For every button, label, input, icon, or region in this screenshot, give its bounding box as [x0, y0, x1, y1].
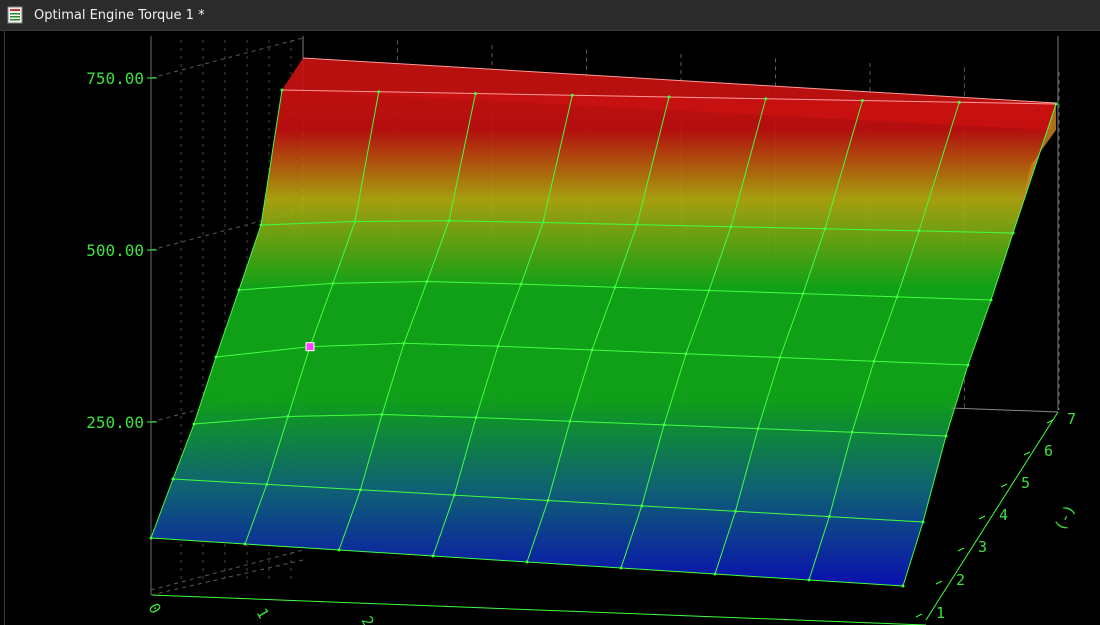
z-tick-label: 750.00 — [86, 69, 144, 88]
mesh-vertex — [823, 227, 827, 231]
mesh-vertex — [192, 422, 196, 426]
mesh-vertex — [402, 341, 406, 345]
mesh-vertex — [214, 355, 218, 359]
mesh-vertex — [568, 419, 572, 423]
mesh-vertex — [613, 285, 617, 289]
mesh-vertex — [474, 416, 478, 419]
mesh-vertex — [861, 99, 864, 102]
mesh-vertex — [778, 356, 782, 359]
y-axis-line — [925, 411, 1059, 621]
mesh-vertex — [729, 225, 733, 229]
mesh-vertex — [1011, 231, 1015, 235]
y-tick-label: 3 — [978, 538, 987, 556]
x-tick-label: 2 — [358, 613, 378, 625]
mesh-vertex — [431, 554, 435, 558]
mesh-vertex — [359, 488, 362, 492]
surface-plot-area[interactable]: 750.00 500.00 250.00 0 1 2 1 2 3 4 5 6 7 (-) — [4, 31, 1100, 625]
mesh-vertex — [149, 536, 153, 540]
table-document-icon — [7, 6, 23, 24]
mesh-vertex — [570, 93, 574, 97]
mesh-vertex — [635, 223, 639, 227]
mesh-vertex — [1054, 102, 1058, 106]
mesh-vertex — [667, 95, 671, 99]
y-axis-label: (-) — [1051, 502, 1080, 534]
x-tick-label: 1 — [253, 605, 273, 622]
mesh-vertex — [957, 100, 961, 104]
y-tick-label: 2 — [956, 571, 965, 589]
y-tick-mark — [1023, 451, 1031, 456]
y-tick-mark — [957, 547, 965, 552]
y-tick-label: 7 — [1067, 410, 1076, 428]
mesh-vertex — [966, 363, 970, 367]
mesh-vertex — [337, 548, 341, 552]
mesh-vertex — [895, 295, 899, 299]
mesh-vertex — [662, 423, 666, 427]
mesh-vertex — [713, 572, 717, 576]
mesh-vertex — [827, 515, 831, 519]
mesh-vertex — [764, 97, 768, 101]
mesh-vertex — [353, 219, 357, 223]
mesh-vertex — [243, 542, 247, 546]
y-tick-mark — [1000, 483, 1008, 488]
floor-right-line — [950, 407, 1059, 413]
mesh-vertex — [590, 348, 594, 352]
torque-surface — [151, 58, 1056, 586]
mesh-vertex — [807, 578, 811, 582]
y-tick-label: 4 — [999, 506, 1008, 524]
mesh-vertex — [286, 414, 290, 418]
y-tick-mark — [978, 515, 986, 520]
mesh-vertex — [989, 298, 993, 302]
mesh-vertex — [237, 288, 241, 292]
left-wall-gridline — [150, 549, 304, 591]
y-tick-mark — [935, 580, 943, 585]
mesh-vertex — [901, 584, 905, 588]
mesh-vertex — [850, 430, 854, 434]
mesh-vertex — [331, 281, 335, 285]
floor-back-line — [150, 559, 304, 596]
mesh-vertex — [380, 412, 384, 416]
mesh-vertex — [801, 292, 805, 296]
mesh-vertex — [756, 427, 760, 431]
selected-cell-marker[interactable] — [305, 342, 315, 352]
surface-plot[interactable]: 750.00500.00250.000 1 2 1234567(-) — [5, 31, 1100, 625]
mesh-vertex — [707, 288, 711, 292]
mesh-vertex — [640, 504, 644, 508]
mesh-vertex — [872, 359, 876, 363]
z-tick-label: 500.00 — [86, 241, 144, 260]
table-editor-window: Optimal Engine Torque 1 * 750.00 500.00 25… — [0, 0, 1100, 625]
selected-cell-marker[interactable] — [305, 342, 315, 352]
mesh-vertex — [474, 92, 477, 95]
y-tick-label: 1 — [936, 604, 945, 622]
title-bar: Optimal Engine Torque 1 * — [0, 0, 1100, 31]
mesh-vertex — [259, 223, 263, 227]
mesh-vertex — [944, 434, 948, 438]
mesh-vertex — [377, 90, 381, 94]
y-tick-mark — [915, 613, 923, 618]
mesh-vertex — [452, 493, 456, 497]
z-tick-label: 250.00 — [86, 413, 144, 432]
left-wall-gridline — [150, 37, 304, 79]
mesh-vertex — [684, 352, 688, 356]
y-tick-label: 6 — [1044, 442, 1053, 460]
mesh-vertex — [171, 477, 175, 481]
x-tick-label: 0 — [145, 600, 165, 617]
surface-fill — [151, 90, 1056, 586]
mesh-vertex — [519, 282, 523, 286]
mesh-vertex — [619, 566, 623, 570]
mesh-vertex — [734, 509, 737, 513]
mesh-vertex — [425, 280, 429, 284]
mesh-vertex — [921, 520, 925, 524]
mesh-vertex — [917, 229, 921, 233]
mesh-vertex — [280, 88, 284, 92]
mesh-vertex — [525, 560, 529, 564]
mesh-vertex — [496, 344, 500, 348]
mesh-vertex — [541, 221, 545, 224]
mesh-vertex — [447, 219, 451, 223]
mesh-vertex — [546, 499, 550, 502]
window-title: Optimal Engine Torque 1 * — [34, 8, 205, 23]
mesh-vertex — [265, 482, 269, 486]
y-tick-label: 5 — [1021, 474, 1030, 492]
